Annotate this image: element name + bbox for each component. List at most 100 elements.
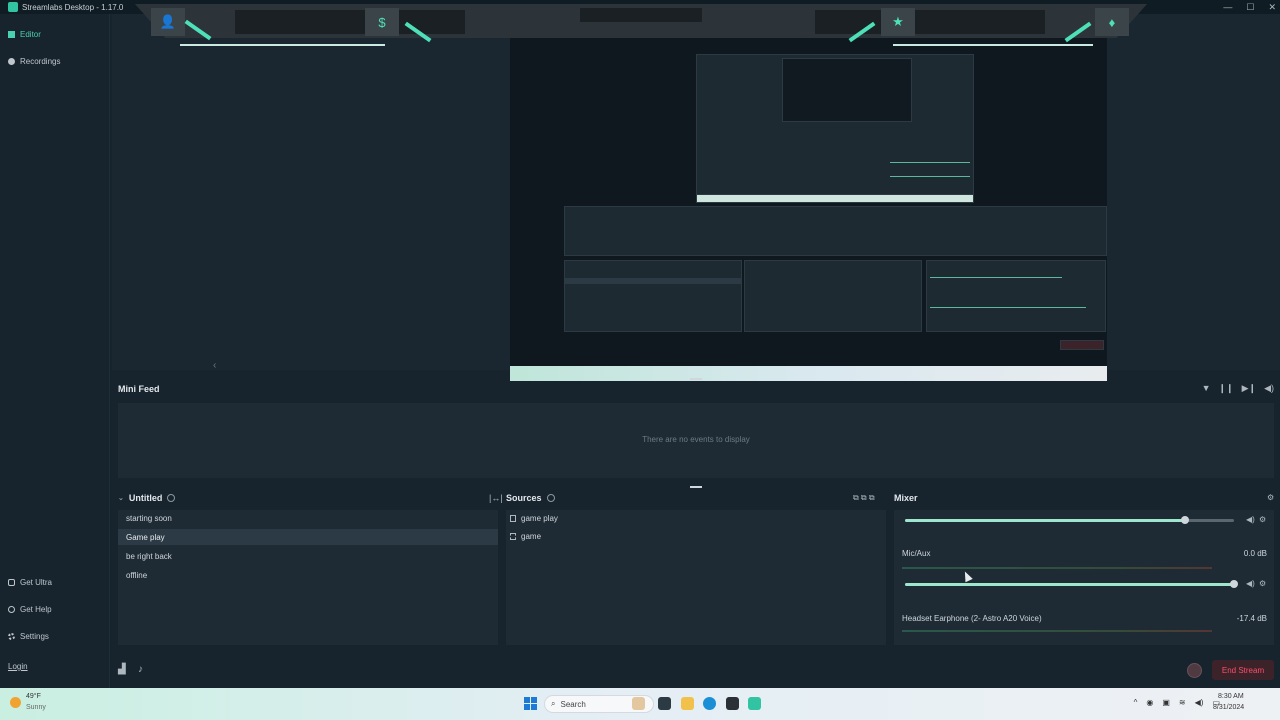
sidebar-item-label: Settings <box>20 632 49 641</box>
slider-knob[interactable] <box>1180 516 1189 524</box>
chrome-tray-icon[interactable]: ◉ <box>1146 698 1153 707</box>
tray-app-icon[interactable]: ▣ <box>1162 698 1170 707</box>
stats-icon[interactable]: ▟ <box>118 664 126 675</box>
pause-icon[interactable]: ❙❙ <box>1219 383 1234 394</box>
scene-item-game-play[interactable]: Game play <box>118 529 498 545</box>
mini-feed-body: There are no events to display <box>118 403 1274 478</box>
widget-app-icon[interactable] <box>632 697 645 710</box>
scene-transitions-icon[interactable]: |↔| <box>489 493 503 503</box>
source-item-game[interactable]: game <box>510 532 541 541</box>
editor-icon <box>8 31 15 38</box>
mixer-panel: ◀) ⚙ Mic/Aux 0.0 dB ◀) ⚙ Headset Earphon… <box>894 510 1274 645</box>
sun-icon[interactable] <box>10 697 21 708</box>
scene-item-offline[interactable]: offline <box>118 567 498 583</box>
task-view-icon[interactable] <box>658 697 671 710</box>
nested-windows-taskbar <box>510 366 1107 381</box>
gear-icon[interactable]: ⚙ <box>1259 515 1266 524</box>
weather-condition[interactable]: Sunny <box>26 704 46 711</box>
close-button[interactable]: ✕ <box>1268 2 1276 13</box>
nested-mixer-slider <box>930 307 1086 308</box>
overlay-line <box>180 44 385 46</box>
wifi-icon[interactable]: ≋ <box>1179 698 1186 707</box>
slider-fill <box>905 519 1185 522</box>
preview-area[interactable]: ‹ <box>112 14 1280 381</box>
sidebar-item-editor[interactable]: Editor <box>8 30 41 39</box>
nested-mixer <box>926 260 1106 332</box>
recordings-icon <box>8 58 15 65</box>
minimize-button[interactable]: — <box>1223 2 1232 12</box>
weather-temp[interactable]: 49°F <box>26 693 41 700</box>
scene-item-be-right-back[interactable]: be right back <box>118 548 498 564</box>
streamlabs-taskbar-icon[interactable] <box>748 697 761 710</box>
slider-fill <box>905 583 1234 586</box>
help-icon <box>8 606 15 613</box>
store-icon[interactable] <box>726 697 739 710</box>
nested-end-stream <box>1060 340 1104 350</box>
desktop-audio-slider[interactable] <box>905 516 1234 524</box>
nested-preview <box>782 58 912 122</box>
overlay-slot-center <box>580 8 702 22</box>
capture-icon <box>510 533 516 540</box>
vu-meter <box>902 630 1212 632</box>
file-explorer-icon[interactable] <box>681 697 694 710</box>
mini-feed-header: Mini Feed ▼ ❙❙ ▶❙ ◀) <box>112 380 1280 400</box>
edge-browser-icon[interactable] <box>703 697 716 710</box>
clock-time[interactable]: 8:30 AM <box>1218 693 1244 700</box>
volume-icon[interactable]: ◀) <box>1264 383 1274 394</box>
vu-meter <box>902 567 1212 569</box>
search-placeholder: Search <box>560 699 586 709</box>
mini-feed-controls: ▼ ❙❙ ▶❙ ◀) <box>1202 383 1274 394</box>
chevron-up-icon[interactable]: ^ <box>1134 698 1138 707</box>
sidebar-item-get-ultra[interactable]: Get Ultra <box>8 578 52 587</box>
source-folder-icon[interactable]: ⧉ ⧉ ⧉ <box>853 493 875 503</box>
window-title: Streamlabs Desktop - 1.17.0 <box>22 2 124 12</box>
sources-title: Sources <box>506 493 542 503</box>
record-button[interactable] <box>1187 663 1202 678</box>
mixer-track-db: -17.4 dB <box>1236 614 1267 623</box>
speaker-icon[interactable]: ◀) <box>1246 515 1255 524</box>
overlay-line <box>893 44 1093 46</box>
collapse-left-icon[interactable]: ‹ <box>213 360 216 371</box>
streamlabs-app: Streamlabs Desktop - 1.17.0 — ☐ ✕ Editor… <box>0 0 1280 688</box>
clock-date[interactable]: 8/31/2024 <box>1213 704 1244 711</box>
mixer-settings-icon[interactable]: ⚙ <box>1267 493 1274 502</box>
source-label: game play <box>521 514 558 523</box>
dollar-gem-icon: $ <box>365 8 399 36</box>
mixer-title: Mixer <box>894 493 918 503</box>
nested-slider <box>890 176 970 177</box>
nested-mixer-slider <box>930 277 1062 278</box>
mic-aux-slider[interactable] <box>905 580 1238 588</box>
notification-icon[interactable]: ♪ <box>138 664 143 675</box>
resize-handle[interactable] <box>690 486 702 488</box>
skip-icon[interactable]: ▶❙ <box>1242 383 1256 394</box>
source-item-game-play[interactable]: game play <box>510 514 558 523</box>
nested-mini-feed <box>564 206 1107 256</box>
gear-icon[interactable]: ⚙ <box>1259 579 1266 588</box>
slider-knob[interactable] <box>1230 580 1238 588</box>
system-tray: ^ ◉ ▣ ≋ ◀) ▭ <box>1134 698 1220 707</box>
volume-tray-icon[interactable]: ◀) <box>1195 698 1204 707</box>
chevron-down-icon[interactable]: ⌄ <box>118 494 124 502</box>
windows-taskbar: 49°F Sunny ⌕ Search ^ ◉ ▣ ≋ ◀) ▭ 8:30 AM… <box>0 688 1280 720</box>
speaker-icon[interactable]: ◀) <box>1246 579 1255 588</box>
scene-item-starting-soon[interactable]: starting soon <box>118 510 498 526</box>
filter-icon[interactable]: ▼ <box>1202 383 1211 394</box>
sidebar-item-label: Get Ultra <box>20 578 53 587</box>
sidebar-item-get-help[interactable]: Get Help <box>8 605 52 614</box>
login-link[interactable]: Login <box>8 662 28 671</box>
windows-start-icon[interactable] <box>524 697 537 710</box>
sidebar-item-recordings[interactable]: Recordings <box>8 57 60 66</box>
end-stream-button[interactable]: End Stream <box>1212 660 1274 680</box>
gear-icon <box>8 633 15 640</box>
search-icon: ⌕ <box>551 699 556 708</box>
nested-slider <box>890 162 970 163</box>
add-source-icon[interactable] <box>546 494 555 502</box>
ultra-icon <box>8 579 15 586</box>
scene-collection-title[interactable]: Untitled <box>129 493 163 503</box>
maximize-button[interactable]: ☐ <box>1246 2 1254 13</box>
sidebar-item-settings[interactable]: Settings <box>8 632 49 641</box>
add-scene-icon[interactable] <box>167 494 176 502</box>
sidebar: Editor Recordings Get Ultra Get Help Set… <box>0 14 110 688</box>
overlay-slot <box>815 10 1045 34</box>
stream-overlay-graphic: 👤 $ ★ ♦ <box>135 0 1147 50</box>
